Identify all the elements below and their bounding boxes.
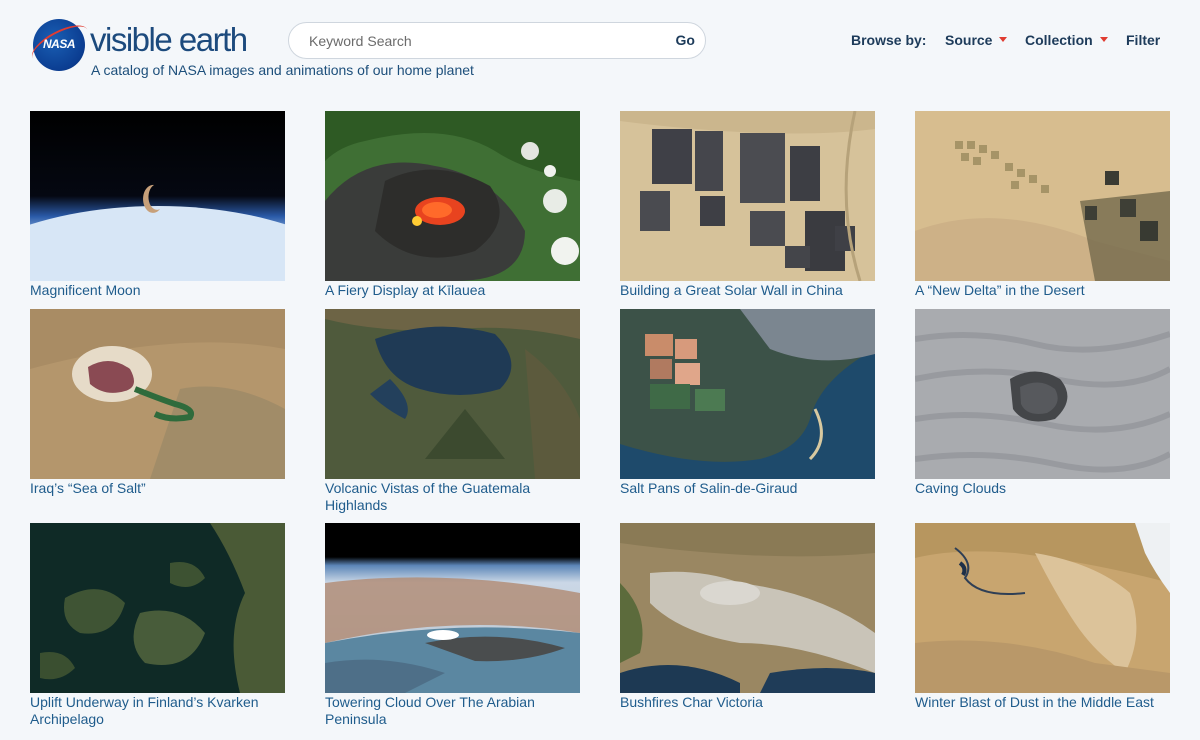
thumbnail-dust-middle-east-image[interactable]: [915, 523, 1170, 693]
search-go-button[interactable]: Go: [676, 32, 695, 48]
thumbnail-kilauea-image[interactable]: [325, 111, 580, 281]
image-card[interactable]: Iraq’s “Sea of Salt”: [30, 309, 285, 497]
site-title[interactable]: visible earth: [90, 20, 248, 60]
browse-collection-dropdown[interactable]: Collection: [1025, 32, 1108, 50]
image-card[interactable]: Volcanic Vistas of the Guatemala Highlan…: [325, 309, 580, 514]
image-card[interactable]: A “New Delta” in the Desert: [915, 111, 1170, 299]
image-card[interactable]: Caving Clouds: [915, 309, 1170, 497]
image-card[interactable]: Towering Cloud Over The Arabian Peninsul…: [325, 523, 580, 728]
browse-collection-label: Collection: [1025, 32, 1093, 48]
caret-down-icon: [1099, 37, 1108, 42]
search-bar: Go: [288, 22, 706, 59]
nasa-logo-label: NASA: [42, 37, 76, 51]
search-input[interactable]: [309, 31, 649, 51]
browse-source-label: Source: [945, 32, 993, 48]
thumbnail-bushfires-image[interactable]: [620, 523, 875, 693]
card-title[interactable]: Towering Cloud Over The Arabian Peninsul…: [325, 694, 580, 728]
thumbnail-guatemala-image[interactable]: [325, 309, 580, 479]
card-title[interactable]: Magnificent Moon: [30, 282, 285, 299]
image-card[interactable]: Bushfires Char Victoria: [620, 523, 875, 711]
filter-link[interactable]: Filter: [1126, 32, 1160, 50]
image-card[interactable]: Building a Great Solar Wall in China: [620, 111, 875, 299]
card-title[interactable]: Winter Blast of Dust in the Middle East: [915, 694, 1170, 711]
site-tagline: A catalog of NASA images and animations …: [91, 62, 474, 78]
browse-source-dropdown[interactable]: Source: [945, 32, 1008, 50]
browse-by-label: Browse by:: [851, 32, 927, 48]
card-title[interactable]: Salt Pans of Salin-de-Giraud: [620, 480, 875, 497]
card-title[interactable]: Uplift Underway in Finland’s Kvarken Arc…: [30, 694, 285, 728]
thumbnail-salin-de-giraud-image[interactable]: [620, 309, 875, 479]
image-card[interactable]: Winter Blast of Dust in the Middle East: [915, 523, 1170, 711]
card-title[interactable]: Building a Great Solar Wall in China: [620, 282, 875, 299]
card-title[interactable]: Iraq’s “Sea of Salt”: [30, 480, 285, 497]
card-title[interactable]: A Fiery Display at Kīlauea: [325, 282, 580, 299]
thumbnail-moon-image[interactable]: [30, 111, 285, 281]
image-card[interactable]: Salt Pans of Salin-de-Giraud: [620, 309, 875, 497]
card-title[interactable]: A “New Delta” in the Desert: [915, 282, 1170, 299]
thumbnail-caving-clouds-image[interactable]: [915, 309, 1170, 479]
image-card[interactable]: A Fiery Display at Kīlauea: [325, 111, 580, 299]
thumbnail-kvarken-image[interactable]: [30, 523, 285, 693]
thumbnail-new-delta-image[interactable]: [915, 111, 1170, 281]
card-title[interactable]: Bushfires Char Victoria: [620, 694, 875, 711]
nasa-meatball-icon: NASA: [26, 17, 94, 71]
card-title[interactable]: Caving Clouds: [915, 480, 1170, 497]
thumbnail-solar-wall-image[interactable]: [620, 111, 875, 281]
caret-down-icon: [999, 37, 1008, 42]
image-card[interactable]: Magnificent Moon: [30, 111, 285, 299]
thumbnail-sea-of-salt-image[interactable]: [30, 309, 285, 479]
image-card[interactable]: Uplift Underway in Finland’s Kvarken Arc…: [30, 523, 285, 728]
site-header: NASA visible earth A catalog of NASA ima…: [0, 0, 1200, 100]
card-title[interactable]: Volcanic Vistas of the Guatemala Highlan…: [325, 480, 580, 514]
thumbnail-arabian-cloud-image[interactable]: [325, 523, 580, 693]
